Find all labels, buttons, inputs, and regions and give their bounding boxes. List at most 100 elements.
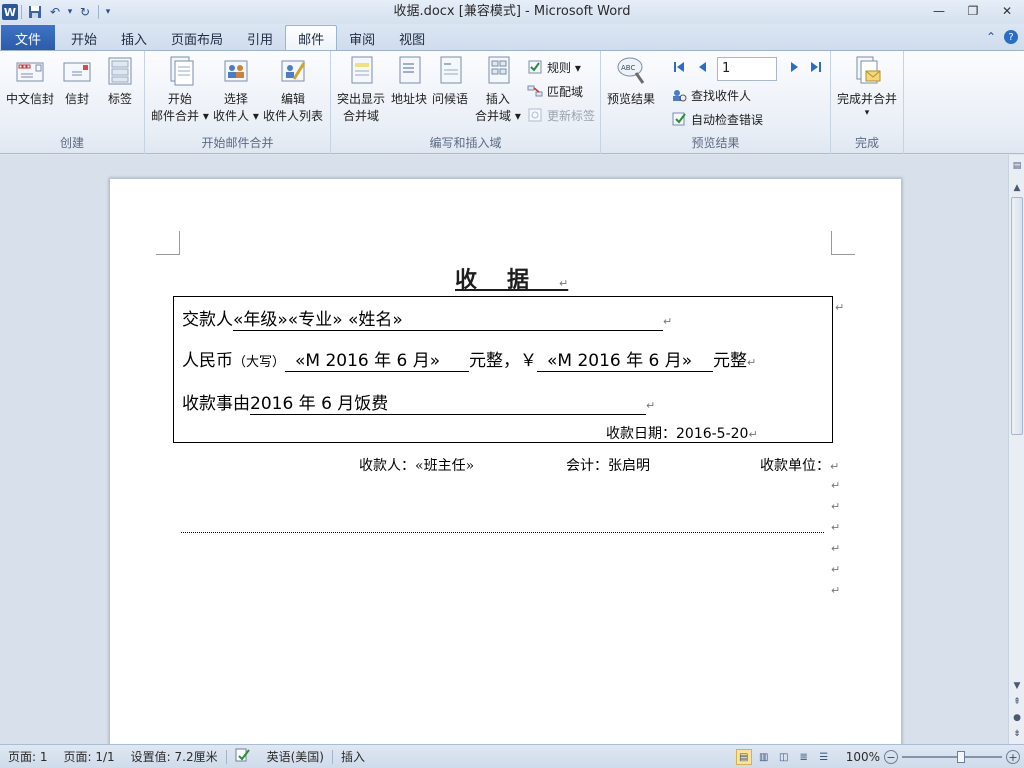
rmb-capital-label: （大写） xyxy=(233,355,286,370)
first-record-icon[interactable] xyxy=(672,59,686,75)
highlight-merge-fields-button[interactable]: 突出显示 合并域 xyxy=(337,55,385,125)
customize-qat-icon[interactable]: ▾ xyxy=(102,2,114,22)
status-setting[interactable]: 设置值: 7.2厘米 xyxy=(123,748,226,765)
restore-button[interactable]: ❐ xyxy=(956,0,990,22)
save-icon[interactable] xyxy=(25,2,45,22)
title-bar: W ↶ ▾ ↻ ▾ 收据.docx [兼容模式] - Microsoft Wor… xyxy=(0,0,1024,24)
finish-merge-label: 完成并合并 xyxy=(837,92,898,106)
status-language[interactable]: 英语(美国) xyxy=(259,748,332,765)
select-recipients-button[interactable]: 选择 收件人 ▾ xyxy=(213,55,259,125)
tab-file[interactable]: 文件 xyxy=(1,25,55,51)
record-number-input[interactable]: 1 xyxy=(717,57,777,81)
tab-home[interactable]: 开始 xyxy=(59,25,109,51)
browse-object-icon[interactable]: ● xyxy=(1011,711,1023,725)
scroll-thumb[interactable] xyxy=(1011,197,1023,435)
group-start-mail-merge-label: 开始邮件合并 xyxy=(201,136,274,150)
zoom-thumb[interactable] xyxy=(957,751,966,763)
rules-button[interactable]: 规则 ▾ xyxy=(527,57,581,77)
match-fields-button[interactable]: 匹配域 xyxy=(527,81,583,101)
minimize-button[interactable]: — xyxy=(922,0,956,22)
tab-insert[interactable]: 插入 xyxy=(109,25,159,51)
find-recipient-button[interactable]: 查找收件人 xyxy=(671,85,751,105)
help-icon[interactable]: ? xyxy=(1004,30,1018,44)
next-page-icon[interactable]: ⇟ xyxy=(1011,727,1023,741)
document-title: 收据↵ xyxy=(455,267,569,293)
undo-dropdown-icon[interactable]: ▾ xyxy=(65,2,75,22)
draft-view-icon[interactable]: ☰ xyxy=(816,749,832,765)
last-record-icon[interactable] xyxy=(809,59,823,75)
print-layout-view-icon[interactable]: ▤ xyxy=(735,749,752,765)
start-mail-merge-button[interactable]: 开始 邮件合并 ▾ xyxy=(151,55,209,125)
collapse-ribbon-icon[interactable]: ⌃ xyxy=(986,30,996,44)
finish-merge-icon xyxy=(852,55,882,87)
tab-view[interactable]: 视图 xyxy=(387,25,437,51)
scroll-up-icon[interactable]: ▲ xyxy=(1011,181,1023,195)
next-record-icon[interactable] xyxy=(787,59,801,75)
finish-merge-button[interactable]: 完成并合并 ▾ xyxy=(837,55,897,118)
greeting-line-button[interactable]: 问候语 xyxy=(432,55,468,108)
update-labels-button[interactable]: 更新标签 xyxy=(527,105,595,125)
select-recipients-line1: 选择 xyxy=(223,92,248,106)
date-label: 收款日期： xyxy=(606,426,676,442)
scroll-down-icon[interactable]: ▼ xyxy=(1011,679,1023,693)
status-right: ▤ ▥ ◫ ≣ ☰ 100% − + xyxy=(735,745,1020,768)
zoom-out-icon[interactable]: − xyxy=(884,750,898,764)
chinese-envelope-icon xyxy=(15,55,45,87)
chinese-envelope-button[interactable]: 中文信封 xyxy=(6,55,54,108)
paragraph-mark: ↵ xyxy=(831,500,841,513)
redo-icon[interactable]: ↻ xyxy=(75,2,95,22)
paragraph-mark: ↵ xyxy=(831,563,841,576)
chinese-envelope-label: 中文信封 xyxy=(6,92,55,106)
zoom-level[interactable]: 100% xyxy=(846,750,880,764)
previous-record-icon[interactable] xyxy=(696,59,710,75)
envelope-button[interactable]: 信封 xyxy=(62,55,92,108)
full-screen-reading-view-icon[interactable]: ▥ xyxy=(756,749,772,765)
auto-check-errors-icon xyxy=(671,111,687,127)
status-page[interactable]: 页面: 1 xyxy=(0,748,56,765)
zoom-in-icon[interactable]: + xyxy=(1006,750,1020,764)
labels-button[interactable]: 标签 xyxy=(105,55,135,108)
undo-icon[interactable]: ↶ xyxy=(45,2,65,22)
word-app-icon[interactable]: W xyxy=(2,4,18,20)
rules-label: 规则 ▾ xyxy=(547,60,581,75)
zoom-slider[interactable] xyxy=(902,751,1002,763)
outline-view-icon[interactable]: ≣ xyxy=(796,749,812,765)
insert-merge-field-line2: 合并域 ▾ xyxy=(475,109,521,123)
auto-check-errors-button[interactable]: 自动检查错误 xyxy=(671,109,763,129)
reason-field: 2016 年 6 月饭费 xyxy=(250,389,646,415)
ruler-toggle-icon[interactable]: ▤ xyxy=(1011,159,1023,173)
ribbon-tabs: 文件 开始 插入 页面布局 引用 邮件 审阅 视图 ⌃ ? xyxy=(0,24,1024,51)
vertical-scrollbar[interactable]: ▤ ▲ ▼ ⇞ ● ⇟ xyxy=(1008,155,1024,744)
paragraph-mark: ↵ xyxy=(831,542,841,555)
insert-merge-field-button[interactable]: 插入 合并域 ▾ xyxy=(475,55,521,125)
status-pages[interactable]: 页面: 1/1 xyxy=(56,748,123,765)
address-block-button[interactable]: 地址块 xyxy=(391,55,427,108)
find-recipient-label: 查找收件人 xyxy=(691,88,752,103)
tab-mailings[interactable]: 邮件 xyxy=(285,25,338,51)
close-button[interactable]: ✕ xyxy=(990,0,1024,22)
edit-recipients-button[interactable]: 编辑 收件人列表 xyxy=(263,55,323,125)
proofing-icon[interactable] xyxy=(227,748,259,765)
status-insert-mode[interactable]: 插入 xyxy=(333,748,373,765)
tab-references[interactable]: 引用 xyxy=(235,25,285,51)
envelope-icon xyxy=(62,55,92,87)
document-page[interactable]: 收据↵ 交款人«年级»«专业» «姓名» ↵ 人民币（大写） «M 2016 年 6… xyxy=(109,178,902,744)
paragraph-mark: ↵ xyxy=(835,301,845,314)
update-labels-label: 更新标签 xyxy=(547,108,596,123)
paragraph-mark: ↵ xyxy=(646,399,656,412)
tab-page-layout[interactable]: 页面布局 xyxy=(159,25,235,51)
status-bar: 页面: 1 页面: 1/1 设置值: 7.2厘米 英语(美国) 插入 ▤ ▥ ◫… xyxy=(0,744,1024,768)
envelope-label: 信封 xyxy=(64,92,89,106)
receiver-line: 收款人：«班主任» xyxy=(359,455,474,475)
web-layout-view-icon[interactable]: ◫ xyxy=(776,749,792,765)
tab-review[interactable]: 审阅 xyxy=(337,25,387,51)
previous-page-icon[interactable]: ⇞ xyxy=(1011,695,1023,709)
group-finish: 完成并合并 ▾ 完成 xyxy=(831,51,904,154)
amount-suffix-1: 元整， xyxy=(469,351,521,371)
edit-recipients-icon xyxy=(278,55,308,87)
match-fields-label: 匹配域 xyxy=(547,84,584,99)
insert-merge-field-icon xyxy=(483,55,513,87)
payer-line: 交款人«年级»«专业» «姓名» ↵ xyxy=(182,305,672,331)
window-title: 收据.docx [兼容模式] - Microsoft Word xyxy=(393,4,631,19)
preview-results-button[interactable]: ABC 预览结果 xyxy=(607,55,655,108)
